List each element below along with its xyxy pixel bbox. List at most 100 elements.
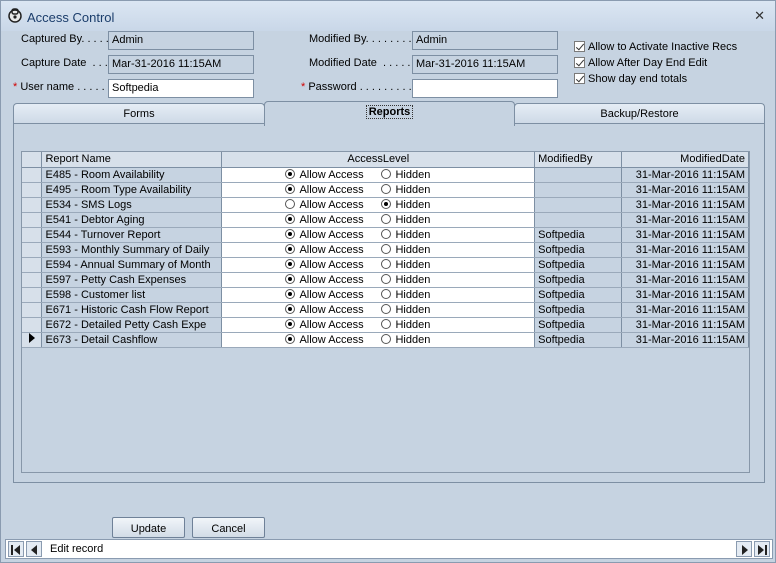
- hidden-option[interactable]: Hidden: [381, 318, 430, 331]
- row-indicator[interactable]: [22, 257, 43, 273]
- radio-icon[interactable]: [381, 333, 392, 344]
- radio-icon[interactable]: [381, 258, 392, 269]
- modified-date-cell[interactable]: 31-Mar-2016 11:15AM: [621, 272, 749, 288]
- report-name-cell[interactable]: E598 - Customer list: [41, 287, 223, 303]
- update-button[interactable]: Update: [112, 517, 185, 538]
- tab-forms[interactable]: Forms: [13, 103, 265, 124]
- radio-icon[interactable]: [381, 273, 392, 284]
- radio-icon[interactable]: [285, 213, 296, 224]
- hidden-option[interactable]: Hidden: [381, 183, 430, 196]
- modified-date-cell[interactable]: 31-Mar-2016 11:15AM: [621, 257, 749, 273]
- row-indicator[interactable]: [22, 317, 43, 333]
- modified-date-cell[interactable]: 31-Mar-2016 11:15AM: [621, 182, 749, 198]
- modified-by-cell[interactable]: [534, 197, 623, 213]
- report-name-cell[interactable]: E495 - Room Type Availability: [41, 182, 223, 198]
- option-after-day-end-edit[interactable]: Allow After Day End Edit: [574, 57, 707, 69]
- table-row[interactable]: E673 - Detail Cashflow Allow Access Hidden…: [22, 332, 749, 348]
- modified-by-cell[interactable]: Softpedia: [534, 317, 623, 333]
- modified-by-cell[interactable]: Softpedia: [534, 302, 623, 318]
- allow-access-option[interactable]: Allow Access: [285, 183, 381, 196]
- option-activate-inactive[interactable]: Allow to Activate Inactive Recs: [574, 41, 737, 53]
- report-name-cell[interactable]: E671 - Historic Cash Flow Report: [41, 302, 223, 318]
- radio-icon[interactable]: [381, 303, 392, 314]
- row-indicator[interactable]: [22, 197, 43, 213]
- hidden-option[interactable]: Hidden: [381, 258, 430, 271]
- report-name-cell[interactable]: E485 - Room Availability: [41, 167, 223, 183]
- row-indicator[interactable]: [22, 227, 43, 243]
- report-name-cell[interactable]: E673 - Detail Cashflow: [41, 332, 223, 348]
- cancel-button[interactable]: Cancel: [192, 517, 265, 538]
- modified-date-cell[interactable]: 31-Mar-2016 11:15AM: [621, 317, 749, 333]
- last-record-icon[interactable]: [754, 541, 770, 557]
- checkbox-icon[interactable]: [574, 73, 585, 84]
- checkbox-icon[interactable]: [574, 41, 585, 52]
- radio-icon[interactable]: [285, 168, 296, 179]
- hidden-option[interactable]: Hidden: [381, 288, 430, 301]
- modified-by-cell[interactable]: [534, 212, 623, 228]
- modified-date-cell[interactable]: 31-Mar-2016 11:15AM: [621, 242, 749, 258]
- allow-access-option[interactable]: Allow Access: [285, 213, 381, 226]
- hidden-option[interactable]: Hidden: [381, 273, 430, 286]
- allow-access-option[interactable]: Allow Access: [285, 228, 381, 241]
- modified-by-cell[interactable]: Softpedia: [534, 332, 623, 348]
- radio-icon[interactable]: [285, 303, 296, 314]
- row-indicator[interactable]: [22, 287, 43, 303]
- modified-date-cell[interactable]: 31-Mar-2016 11:15AM: [621, 332, 749, 348]
- hidden-option[interactable]: Hidden: [381, 243, 430, 256]
- modified-by-cell[interactable]: Softpedia: [534, 272, 623, 288]
- password-input[interactable]: [412, 79, 558, 98]
- report-name-cell[interactable]: E672 - Detailed Petty Cash Expe: [41, 317, 223, 333]
- table-row[interactable]: E495 - Room Type Availability Allow Acces…: [22, 182, 749, 198]
- allow-access-option[interactable]: Allow Access: [285, 318, 381, 331]
- table-row[interactable]: E598 - Customer list Allow Access Hidden So…: [22, 287, 749, 303]
- radio-icon[interactable]: [381, 318, 392, 329]
- radio-icon[interactable]: [285, 243, 296, 254]
- close-icon[interactable]: ✕: [754, 8, 765, 24]
- modified-by-cell[interactable]: [534, 167, 623, 183]
- allow-access-option[interactable]: Allow Access: [285, 198, 381, 211]
- report-name-cell[interactable]: E594 - Annual Summary of Month: [41, 257, 223, 273]
- modified-date-cell[interactable]: 31-Mar-2016 11:15AM: [621, 212, 749, 228]
- row-indicator[interactable]: [22, 242, 43, 258]
- allow-access-option[interactable]: Allow Access: [285, 303, 381, 316]
- row-indicator[interactable]: [22, 167, 43, 183]
- row-indicator[interactable]: [22, 302, 43, 318]
- radio-icon[interactable]: [285, 273, 296, 284]
- radio-icon[interactable]: [285, 198, 296, 209]
- table-row[interactable]: E593 - Monthly Summary of Daily Allow Acc…: [22, 242, 749, 258]
- column-header-access-level[interactable]: AccessLevel: [221, 152, 536, 168]
- radio-icon[interactable]: [285, 333, 296, 344]
- radio-icon[interactable]: [285, 318, 296, 329]
- report-name-cell[interactable]: E544 - Turnover Report: [41, 227, 223, 243]
- row-indicator[interactable]: [22, 332, 43, 348]
- table-row[interactable]: E544 - Turnover Report Allow Access Hidden…: [22, 227, 749, 243]
- tab-reports[interactable]: Reports: [264, 101, 515, 126]
- report-name-cell[interactable]: E541 - Debtor Aging: [41, 212, 223, 228]
- row-indicator[interactable]: [22, 182, 43, 198]
- tab-backup-restore[interactable]: Backup/Restore: [514, 103, 765, 124]
- radio-icon[interactable]: [381, 288, 392, 299]
- modified-date-cell[interactable]: 31-Mar-2016 11:15AM: [621, 167, 749, 183]
- radio-icon[interactable]: [285, 228, 296, 239]
- modified-by-cell[interactable]: [534, 182, 623, 198]
- modified-date-cell[interactable]: 31-Mar-2016 11:15AM: [621, 287, 749, 303]
- radio-icon[interactable]: [381, 183, 392, 194]
- column-header-modified-by[interactable]: ModifiedBy: [534, 152, 623, 168]
- option-show-day-end-totals[interactable]: Show day end totals: [574, 73, 687, 85]
- radio-icon[interactable]: [381, 243, 392, 254]
- column-header-report-name[interactable]: Report Name: [41, 152, 223, 168]
- report-name-cell[interactable]: E593 - Monthly Summary of Daily: [41, 242, 223, 258]
- modified-date-cell[interactable]: 31-Mar-2016 11:15AM: [621, 227, 749, 243]
- row-indicator[interactable]: [22, 272, 43, 288]
- allow-access-option[interactable]: Allow Access: [285, 333, 381, 346]
- radio-icon[interactable]: [381, 228, 392, 239]
- report-name-cell[interactable]: E597 - Petty Cash Expenses: [41, 272, 223, 288]
- hidden-option[interactable]: Hidden: [381, 303, 430, 316]
- hidden-option[interactable]: Hidden: [381, 228, 430, 241]
- radio-icon[interactable]: [381, 198, 392, 209]
- table-row[interactable]: E672 - Detailed Petty Cash Expe Allow Acc…: [22, 317, 749, 333]
- modified-by-cell[interactable]: Softpedia: [534, 242, 623, 258]
- modified-by-cell[interactable]: Softpedia: [534, 257, 623, 273]
- allow-access-option[interactable]: Allow Access: [285, 273, 381, 286]
- table-row[interactable]: E594 - Annual Summary of Month Allow Acce…: [22, 257, 749, 273]
